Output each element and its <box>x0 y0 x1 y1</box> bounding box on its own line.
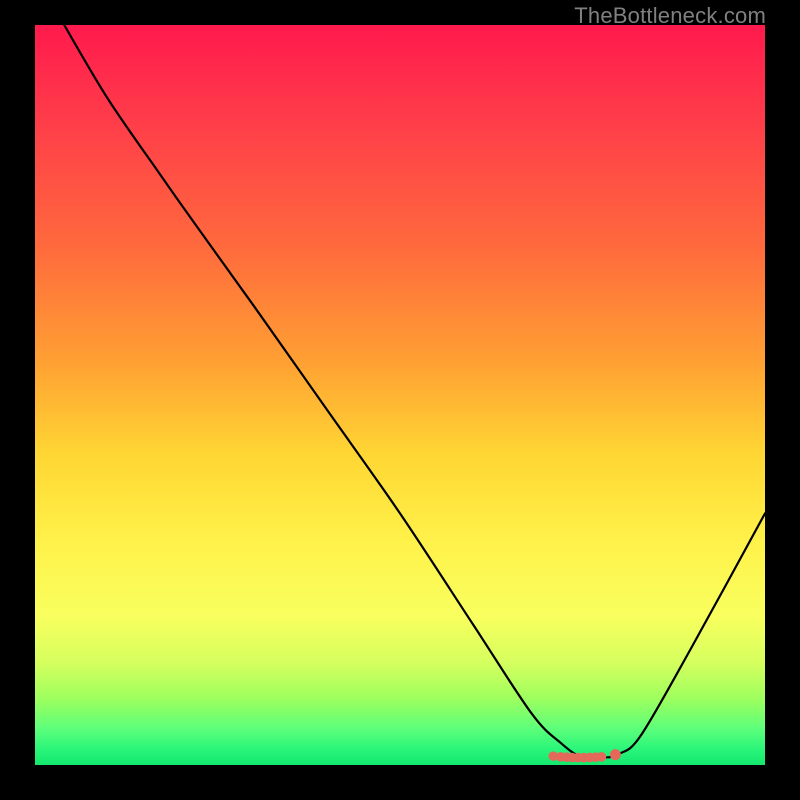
optimal-marker <box>597 752 607 762</box>
chart-frame: TheBottleneck.com <box>0 0 800 800</box>
optimal-marker <box>610 749 621 760</box>
chart-svg <box>35 25 765 765</box>
bottleneck-curve <box>64 25 765 759</box>
plot-area <box>35 25 765 765</box>
optimal-markers <box>549 749 621 762</box>
